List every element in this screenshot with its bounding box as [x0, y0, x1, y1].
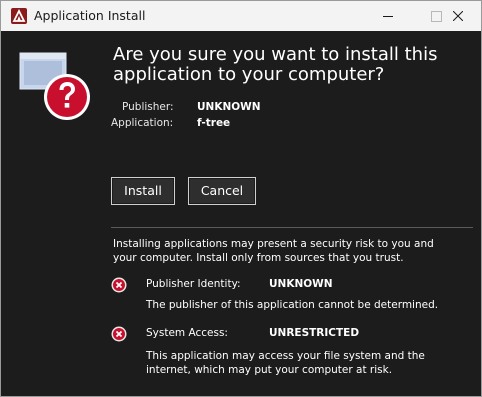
- dialog-heading: Are you sure you want to install this ap…: [113, 45, 473, 85]
- system-access-desc-line-1: This application may access your file sy…: [146, 350, 425, 362]
- close-icon: [453, 11, 463, 21]
- publisher-label: Publisher:: [122, 101, 174, 113]
- publisher-value: UNKNOWN: [197, 101, 261, 113]
- close-button[interactable]: [435, 1, 481, 31]
- application-value: f-tree: [197, 117, 231, 129]
- publisher-identity-value: UNKNOWN: [269, 278, 333, 290]
- install-question-icon: [19, 52, 90, 120]
- minimize-button[interactable]: [365, 1, 411, 31]
- application-label: Application:: [111, 117, 174, 129]
- window-title: Application Install: [34, 8, 146, 23]
- divider: [111, 227, 473, 228]
- install-dialog-window: Application Install Are you sure you wan…: [0, 0, 482, 397]
- system-access-label: System Access:: [146, 327, 228, 339]
- risk-x-icon: [111, 277, 127, 293]
- install-button[interactable]: Install: [111, 177, 175, 205]
- publisher-identity-label: Publisher Identity:: [146, 278, 241, 290]
- system-access-value: UNRESTRICTED: [269, 327, 360, 339]
- system-access-desc-line-2: internet, which may put your computer at…: [146, 364, 393, 376]
- warning-line-1: Installing applications may present a se…: [113, 238, 434, 250]
- adobe-air-icon: [11, 8, 27, 24]
- warning-line-2: your computer. Install only from sources…: [113, 252, 404, 264]
- cancel-button[interactable]: Cancel: [188, 177, 256, 205]
- title-bar[interactable]: Application Install: [1, 1, 481, 31]
- heading-line-2: application to your computer?: [113, 64, 385, 85]
- risk-x-icon: [111, 326, 127, 342]
- publisher-identity-description: The publisher of this application cannot…: [146, 298, 476, 312]
- dialog-content: Are you sure you want to install this ap…: [1, 31, 481, 396]
- heading-line-1: Are you sure you want to install this: [113, 44, 438, 65]
- system-access-description: This application may access your file sy…: [146, 349, 476, 377]
- publisher-identity-desc-line-1: The publisher of this application cannot…: [146, 299, 439, 311]
- security-warning: Installing applications may present a se…: [113, 237, 473, 265]
